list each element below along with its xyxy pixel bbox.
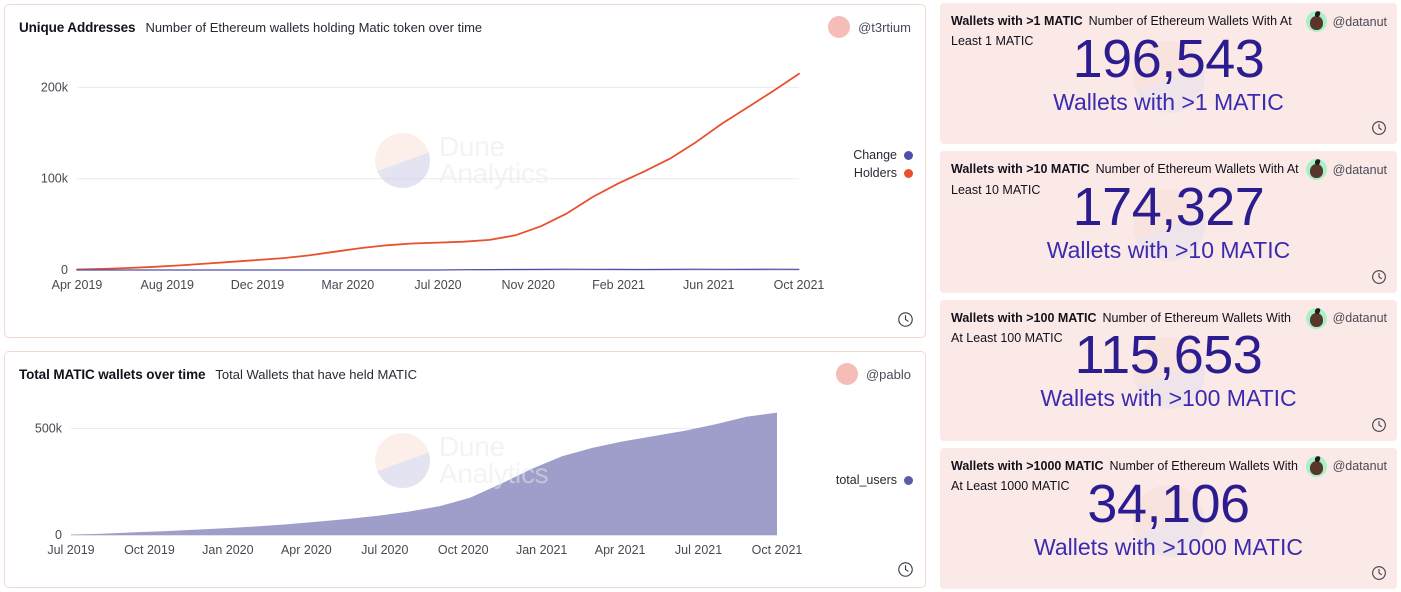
dashboard: Unique Addresses Number of Ethereum wall… (0, 0, 1401, 592)
panel-subtitle: Total Wallets that have held MATIC (215, 366, 417, 382)
svg-text:Feb 2021: Feb 2021 (592, 278, 645, 292)
author-handle[interactable]: @datanut (1333, 15, 1387, 29)
legend-label: Holders (853, 166, 897, 180)
svg-text:Oct 2019: Oct 2019 (124, 543, 175, 557)
svg-text:Jul 2021: Jul 2021 (675, 543, 722, 557)
svg-text:0: 0 (61, 263, 68, 277)
card-wallets-gt-100[interactable]: Wallets with >100 MATIC Number of Ethereu… (940, 299, 1397, 441)
svg-text:Jul 2020: Jul 2020 (361, 543, 408, 557)
card-header: Wallets with >100 MATIC Number of Ethereu… (940, 300, 1397, 349)
author-handle[interactable]: @t3rtium (858, 20, 911, 35)
card-title: Wallets with >1 MATIC (951, 14, 1083, 28)
card-titles: Wallets with >100 MATIC Number of Ethereu… (951, 308, 1302, 349)
card-titles: Wallets with >10 MATIC Number of Ethereum… (951, 159, 1302, 200)
clock-icon[interactable] (1371, 120, 1387, 136)
svg-text:Oct 2021: Oct 2021 (774, 278, 825, 292)
svg-text:500k: 500k (35, 422, 63, 436)
card-header: Wallets with >1 MATIC Number of Ethereum … (940, 3, 1397, 52)
legend-label: total_users (835, 473, 897, 487)
svg-text:Oct 2020: Oct 2020 (438, 543, 489, 557)
avatar (828, 16, 851, 38)
author-handle[interactable]: @pablo (866, 367, 911, 382)
svg-text:Jul 2020: Jul 2020 (414, 278, 461, 292)
legend-item-holders[interactable]: Holders (854, 166, 913, 180)
svg-text:200k: 200k (41, 80, 69, 94)
clock-icon[interactable] (897, 311, 914, 328)
panel-unique-addresses[interactable]: Unique Addresses Number of Ethereum wall… (4, 4, 926, 338)
page-title: Total MATIC wallets over time (19, 366, 206, 382)
charts-column: Unique Addresses Number of Ethereum wall… (0, 0, 926, 592)
card-title: Wallets with >10 MATIC (951, 162, 1090, 177)
svg-text:0: 0 (55, 528, 62, 542)
legend-item-change[interactable]: Change (853, 148, 913, 162)
svg-text:Jan 2021: Jan 2021 (516, 543, 567, 557)
panel-author[interactable]: @pablo (835, 363, 911, 385)
svg-text:Oct 2021: Oct 2021 (752, 543, 803, 557)
svg-text:Dec 2019: Dec 2019 (231, 278, 285, 292)
svg-text:100k: 100k (41, 172, 69, 186)
card-title: Wallets with >1000 MATIC (951, 458, 1104, 473)
clock-icon[interactable] (897, 561, 914, 578)
datanut-avatar-icon (1305, 455, 1327, 477)
author-handle[interactable]: @datanut (1333, 459, 1387, 473)
author-handle[interactable]: @datanut (1333, 163, 1387, 177)
panel-subtitle: Number of Ethereum wallets holding Matic… (145, 19, 483, 35)
avatar (835, 363, 858, 385)
panel-header: Total MATIC wallets over time Total Wall… (5, 352, 925, 385)
panel-author[interactable]: @t3rtium (828, 16, 911, 38)
card-titles: Wallets with >1 MATIC Number of Ethereum … (951, 11, 1302, 52)
card-author[interactable]: @datanut (1305, 455, 1387, 477)
legend-dot-change (904, 150, 913, 160)
card-author[interactable]: @datanut (1305, 307, 1387, 329)
chart-legend[interactable]: Change Holders (853, 148, 913, 180)
clock-icon[interactable] (1371, 269, 1387, 285)
datanut-avatar-icon (1305, 159, 1327, 181)
line-chart[interactable]: Dune Analytics 0 100k 200k Apr 2019 Aug 2019… (5, 38, 925, 308)
line-chart-svg: 0 100k 200k Apr 2019 Aug 2019 Dec 2019 Mar 202… (41, 72, 825, 292)
page-title: Unique Addresses (19, 19, 136, 35)
card-author[interactable]: @datanut (1305, 159, 1387, 181)
panel-header: Unique Addresses Number of Ethereum wall… (5, 5, 925, 38)
card-author[interactable]: @datanut (1305, 11, 1387, 32)
svg-text:Jun 2021: Jun 2021 (683, 278, 734, 292)
author-handle[interactable]: @datanut (1333, 311, 1387, 325)
svg-text:Aug 2019: Aug 2019 (140, 278, 194, 292)
card-wallets-gt-1[interactable]: Wallets with >1 MATIC Number of Ethereum … (940, 3, 1397, 145)
svg-text:Apr 2019: Apr 2019 (52, 278, 103, 292)
svg-text:Nov 2020: Nov 2020 (501, 278, 555, 292)
svg-text:Jan 2020: Jan 2020 (202, 543, 253, 557)
card-titles: Wallets with >1000 MATIC Number of Ethere… (951, 456, 1302, 497)
legend-dot-holders (904, 168, 913, 178)
card-header: Wallets with >10 MATIC Number of Ethereum… (940, 151, 1397, 200)
card-header: Wallets with >1000 MATIC Number of Ethere… (940, 448, 1397, 497)
legend-dot-total-users (904, 475, 913, 485)
svg-text:Mar 2020: Mar 2020 (321, 278, 374, 292)
legend-item-total-users[interactable]: total_users (836, 473, 913, 487)
legend-label: Change (853, 148, 897, 162)
svg-text:Apr 2021: Apr 2021 (595, 543, 646, 557)
clock-icon[interactable] (1371, 417, 1387, 433)
area-chart-svg: 0 500k Jul 2019 Oct 2019 Jan 2020 Apr 2020 Jul… (35, 412, 803, 557)
counter-cards-column: Wallets with >1 MATIC Number of Ethereum … (940, 0, 1401, 592)
chart-legend[interactable]: total_users (836, 473, 913, 487)
svg-text:Jul 2019: Jul 2019 (47, 543, 94, 557)
area-chart[interactable]: Dune Analytics 0 500k Jul 2019 Oct 2019 Jan … (5, 385, 925, 571)
datanut-avatar-icon (1305, 11, 1327, 32)
panel-total-matic-wallets[interactable]: Total MATIC wallets over time Total Wall… (4, 351, 926, 588)
card-title: Wallets with >100 MATIC (951, 310, 1097, 325)
clock-icon[interactable] (1371, 565, 1387, 581)
card-wallets-gt-10[interactable]: Wallets with >10 MATIC Number of Ethereum… (940, 151, 1397, 293)
datanut-avatar-icon (1305, 307, 1327, 329)
svg-text:Apr 2020: Apr 2020 (281, 543, 332, 557)
card-wallets-gt-1000[interactable]: Wallets with >1000 MATIC Number of Ethere… (940, 447, 1397, 589)
